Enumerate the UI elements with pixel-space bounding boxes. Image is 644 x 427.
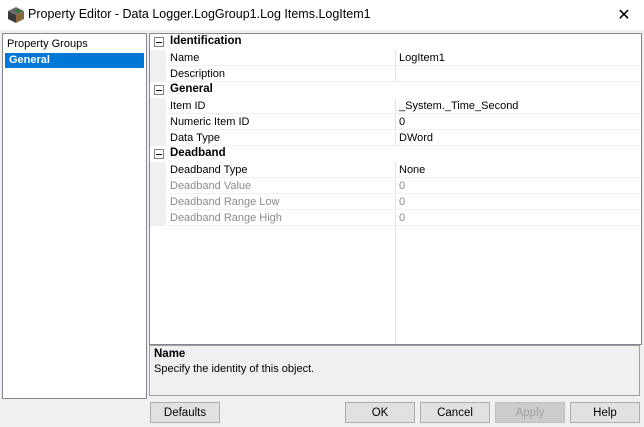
property-name: Name [170,52,200,64]
property-row[interactable]: Deadband Range Low 0 [150,194,641,210]
row-gutter [150,194,166,210]
close-icon: ✕ [617,7,631,24]
window-title: Property Editor - Data Logger.LogGroup1.… [28,7,371,21]
property-name: Numeric Item ID [170,116,250,128]
property-value[interactable]: 0 [399,116,637,130]
collapse-icon[interactable] [154,37,164,47]
category-identification[interactable]: Identification [150,34,641,50]
title-bar: Property Editor - Data Logger.LogGroup1.… [0,0,644,30]
property-row[interactable]: Item ID _System._Time_Second [150,98,641,114]
property-value[interactable]: None [399,164,637,178]
row-gutter [150,50,166,66]
property-row[interactable]: Description [150,66,641,82]
property-name: Deadband Range Low [170,196,280,208]
row-gutter [150,162,166,178]
defaults-button[interactable]: Defaults [150,402,220,423]
property-groups-header: Property Groups [7,38,88,50]
property-value[interactable]: LogItem1 [399,52,637,66]
row-gutter [150,210,166,226]
row-separator [166,225,641,226]
row-gutter [150,66,166,82]
property-name: Item ID [170,100,206,112]
property-name: Deadband Range High [170,212,282,224]
property-value: 0 [399,212,406,224]
row-gutter [150,98,166,114]
property-row[interactable]: Name LogItem1 [150,50,641,66]
property-group-general[interactable]: General [5,53,144,68]
property-groups-list[interactable]: Property Groups General [2,33,147,399]
property-value: 0 [399,196,406,208]
collapse-icon[interactable] [154,85,164,95]
property-grid[interactable]: Identification Name LogItem1 Description Gen… [149,33,642,345]
property-value: 0 [399,180,406,192]
property-value[interactable] [399,68,637,82]
property-row[interactable]: Numeric Item ID 0 [150,114,641,130]
category-deadband[interactable]: Deadband [150,146,641,162]
property-name: Deadband Type [170,164,248,176]
property-value[interactable]: _System._Time_Second [399,100,637,114]
category-general[interactable]: General [150,82,641,98]
row-gutter [150,114,166,130]
property-editor-app-icon [8,7,24,23]
property-name: Deadband Value [170,180,252,192]
ok-button[interactable]: OK [345,402,415,423]
category-label: Deadband [170,147,226,159]
property-row[interactable]: Deadband Range High 0 [150,210,641,226]
category-label: Identification [170,35,242,47]
row-gutter [150,178,166,194]
property-row[interactable]: Deadband Value 0 [150,178,641,194]
close-button[interactable]: ✕ [604,0,644,30]
help-panel: Name Specify the identity of this object… [149,345,640,396]
help-title: Name [154,348,186,360]
property-name: Data Type [170,132,220,144]
collapse-icon[interactable] [154,149,164,159]
property-name: Description [170,68,226,80]
help-button[interactable]: Help [570,402,640,423]
help-description: Specify the identity of this object. [154,363,315,375]
cancel-button[interactable]: Cancel [420,402,490,423]
property-value[interactable]: DWord [399,132,637,146]
property-row[interactable]: Data Type DWord [150,130,641,146]
apply-button: Apply [495,402,565,423]
row-gutter [150,130,166,146]
category-label: General [170,83,213,95]
property-row[interactable]: Deadband Type None [150,162,641,178]
